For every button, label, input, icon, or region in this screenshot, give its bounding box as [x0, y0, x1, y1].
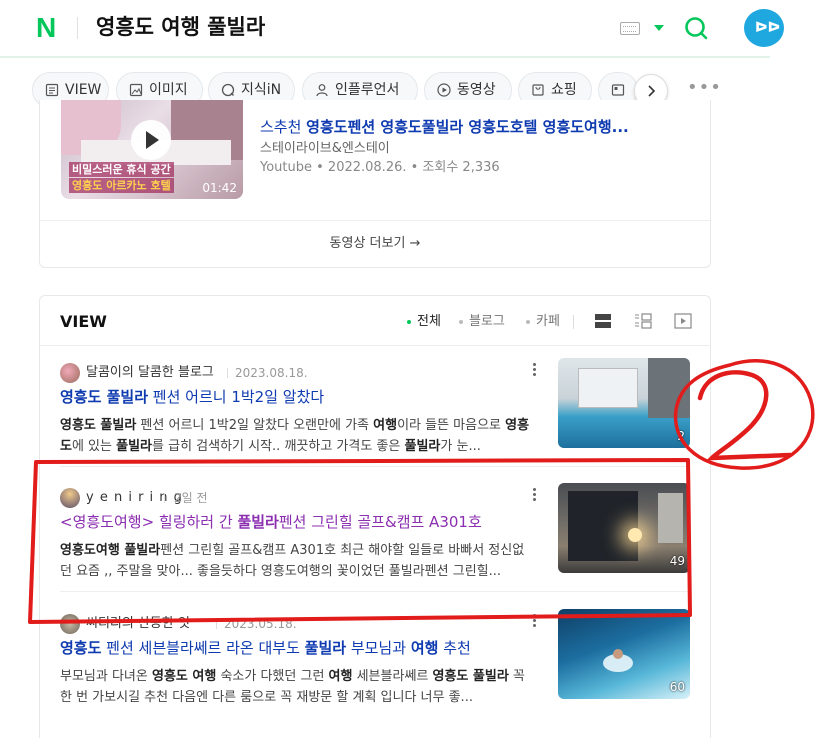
video-view-icon[interactable] — [674, 312, 692, 330]
post-title[interactable]: 영흥도 풀빌라 펜션 어르니 1박2일 알찼다 — [60, 386, 530, 408]
naver-logo[interactable]: N — [36, 14, 62, 42]
filter-label: 블로그 — [469, 314, 505, 329]
number-two-mark — [697, 370, 793, 461]
avatar[interactable] — [60, 363, 80, 383]
post-title-text: 추천 — [438, 639, 471, 657]
divider — [60, 466, 690, 467]
more-videos-button[interactable]: 동영상 더보기 → — [40, 221, 710, 267]
divider — [40, 345, 710, 346]
post-title-highlight: 풀빌라 — [304, 639, 347, 657]
filter-blog[interactable]: 블로그 — [459, 312, 505, 332]
filter-cafe[interactable]: 카페 — [526, 312, 560, 332]
image-count: 2 — [677, 429, 685, 443]
post-author[interactable]: 씨티리의 산동한 잇 — [86, 615, 190, 633]
post-title-text: 부모님과 — [346, 639, 411, 657]
post-title-highlight: 여행 — [410, 639, 439, 657]
filter-label: 전체 — [417, 314, 441, 329]
shopping-bag-icon — [532, 84, 544, 96]
post-date: 2일 전 — [174, 491, 208, 505]
divider — [60, 591, 690, 592]
video-title-prefix: 스추천 — [260, 118, 307, 136]
video-meta: Youtube • 2022.08.26. • 조회수 2,336 — [260, 160, 500, 175]
play-circle-icon — [437, 83, 451, 97]
divider — [216, 619, 217, 629]
section-title: VIEW — [60, 312, 107, 331]
video-section: 비밀스러운 휴식 공간 영흥도 아르카노 호텔 01:42 스추천 영흥도펜션 … — [39, 100, 711, 268]
thumbnail-caption: 비밀스러운 휴식 공간 — [69, 162, 174, 177]
post-date: 2023.05.18. — [224, 617, 297, 631]
avatar[interactable] — [60, 614, 80, 634]
video-thumbnail[interactable]: 비밀스러운 휴식 공간 영흥도 아르카노 호텔 01:42 — [61, 100, 243, 199]
post-title-highlight: 영흥도 풀빌라 — [60, 388, 149, 406]
detail-view-icon[interactable] — [634, 312, 652, 330]
post-thumbnail[interactable]: 2 — [558, 358, 690, 448]
video-title-highlight: 영흥도펜션 영흥도풀빌라 영흥도호텔 영흥도여행... — [306, 118, 629, 136]
post-title-text: <영흥도여행> 힐링하러 간 — [60, 513, 238, 531]
dropdown-caret-icon[interactable] — [654, 25, 664, 31]
chevron-right-icon — [648, 85, 656, 97]
news-icon — [611, 84, 625, 96]
more-options-icon[interactable] — [530, 363, 538, 379]
image-count: 49 — [669, 554, 685, 568]
filter-label: 카페 — [536, 314, 560, 329]
post-snippet[interactable]: 부모님과 다녀온 영흥도 여행 숙소가 다했던 그런 여행 세븐블라쎄르 영흥도… — [60, 666, 530, 708]
video-duration: 01:42 — [202, 181, 237, 195]
search-header: N 영흥도 여행 풀빌라 ᐅᐅ — [0, 0, 784, 58]
post-author[interactable]: y e n i r i n g — [86, 489, 183, 507]
image-count: 60 — [669, 680, 685, 694]
keyboard-icon[interactable] — [620, 22, 640, 35]
user-avatar[interactable]: ᐅᐅ — [744, 9, 784, 47]
post-title-text: 펜션 어르니 1박2일 알찼다 — [148, 388, 325, 406]
divider — [227, 368, 228, 378]
search-query[interactable]: 영흥도 여행 풀빌라 — [96, 12, 265, 42]
post-snippet[interactable]: 영흥도 풀빌라 펜션 어르니 1박2일 알찼다 오랜만에 가족 여행이라 들뜬 … — [60, 415, 530, 457]
post-date: 2023.08.18. — [235, 366, 308, 380]
more-tabs-icon[interactable]: ••• — [687, 79, 721, 100]
post-author[interactable]: 달콤이의 달콤한 블로그 — [86, 364, 214, 382]
avatar[interactable] — [60, 488, 80, 508]
divider — [573, 315, 574, 329]
image-icon — [129, 83, 143, 97]
post-title-text: 펜션 세븐블라쎄르 라온 대부도 — [101, 639, 305, 657]
post-thumbnail[interactable]: 49 — [558, 483, 690, 573]
search-icon[interactable] — [683, 15, 709, 41]
thumbnail-caption: 영흥도 아르카노 호텔 — [69, 178, 174, 193]
header-divider — [77, 17, 78, 39]
divider — [164, 493, 165, 503]
post-title-highlight: 영흥도 — [60, 639, 102, 657]
post-title[interactable]: 영흥도 펜션 세븐블라쎄르 라온 대부도 풀빌라 부모님과 여행 추천 — [60, 637, 530, 659]
post-thumbnail[interactable]: 60 — [558, 609, 690, 699]
video-title[interactable]: 스추천 영흥도펜션 영흥도풀빌라 영흥도호텔 영흥도여행... — [260, 116, 680, 138]
view-section: VIEW 전체 블로그 카페 달콤이의 달콤한 블로그 2023.08.18. … — [39, 295, 711, 738]
post-snippet[interactable]: 영흥도여행 풀빌라펜션 그린힐 골프&캠프 A301호 최근 해야할 일들로 바… — [60, 540, 530, 582]
list-view-icon[interactable] — [594, 312, 612, 330]
more-options-icon[interactable] — [530, 488, 538, 504]
more-options-icon[interactable] — [530, 614, 538, 630]
post-title-highlight: 풀빌라 — [237, 513, 279, 531]
video-channel[interactable]: 스테이라이브&엔스테이 — [260, 140, 390, 158]
person-icon — [316, 84, 328, 97]
play-icon[interactable] — [131, 120, 171, 160]
post-title-text: 펜션 그린힐 골프&캠프 A301호 — [278, 513, 482, 531]
filter-all[interactable]: 전체 — [407, 312, 441, 332]
question-search-icon — [221, 83, 235, 97]
post-title[interactable]: <영흥도여행> 힐링하러 간 풀빌라펜션 그린힐 골프&캠프 A301호 — [60, 511, 530, 533]
document-icon — [45, 83, 59, 97]
